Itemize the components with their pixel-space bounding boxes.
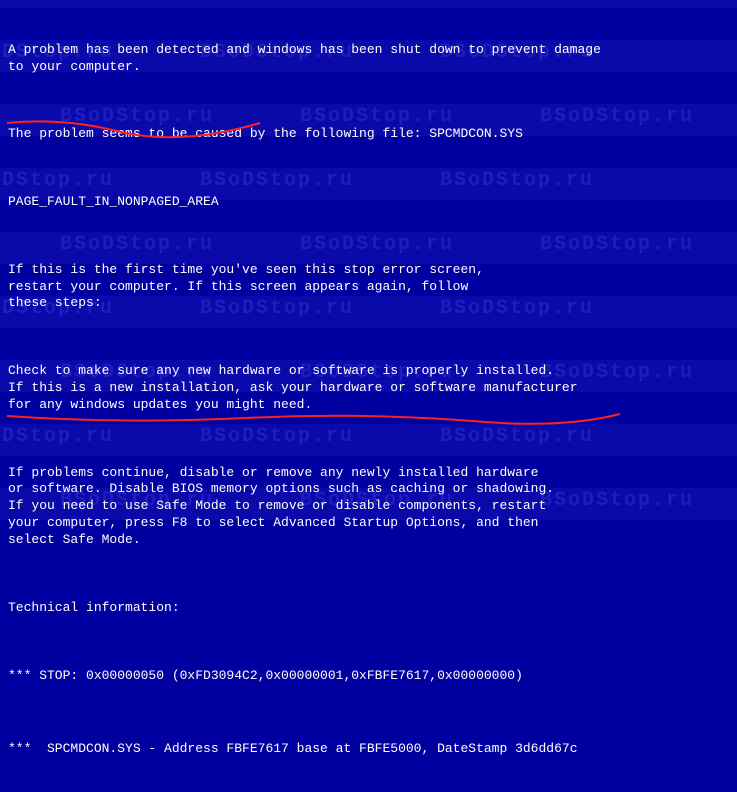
bsod-tech-info-header: Technical information: xyxy=(8,600,729,617)
bsod-check-hardware: Check to make sure any new hardware or s… xyxy=(8,363,729,414)
bsod-module-line: *** SPCMDCON.SYS - Address FBFE7617 base… xyxy=(8,741,729,758)
bsod-cause: The problem seems to be caused by the fo… xyxy=(8,126,729,143)
bsod-intro: A problem has been detected and windows … xyxy=(8,42,729,76)
bsod-error-name: PAGE_FAULT_IN_NONPAGED_AREA xyxy=(8,194,729,211)
bsod-first-time: If this is the first time you've seen th… xyxy=(8,262,729,313)
bsod-content: A problem has been detected and windows … xyxy=(8,8,729,792)
bsod-problems-continue: If problems continue, disable or remove … xyxy=(8,465,729,549)
bsod-stop-line: *** STOP: 0x00000050 (0xFD3094C2,0x00000… xyxy=(8,668,729,685)
stop-code-text: *** STOP: 0x00000050 (0xFD3094C2,0x00000… xyxy=(8,668,523,683)
error-name-text: PAGE_FAULT_IN_NONPAGED_AREA xyxy=(8,194,219,209)
